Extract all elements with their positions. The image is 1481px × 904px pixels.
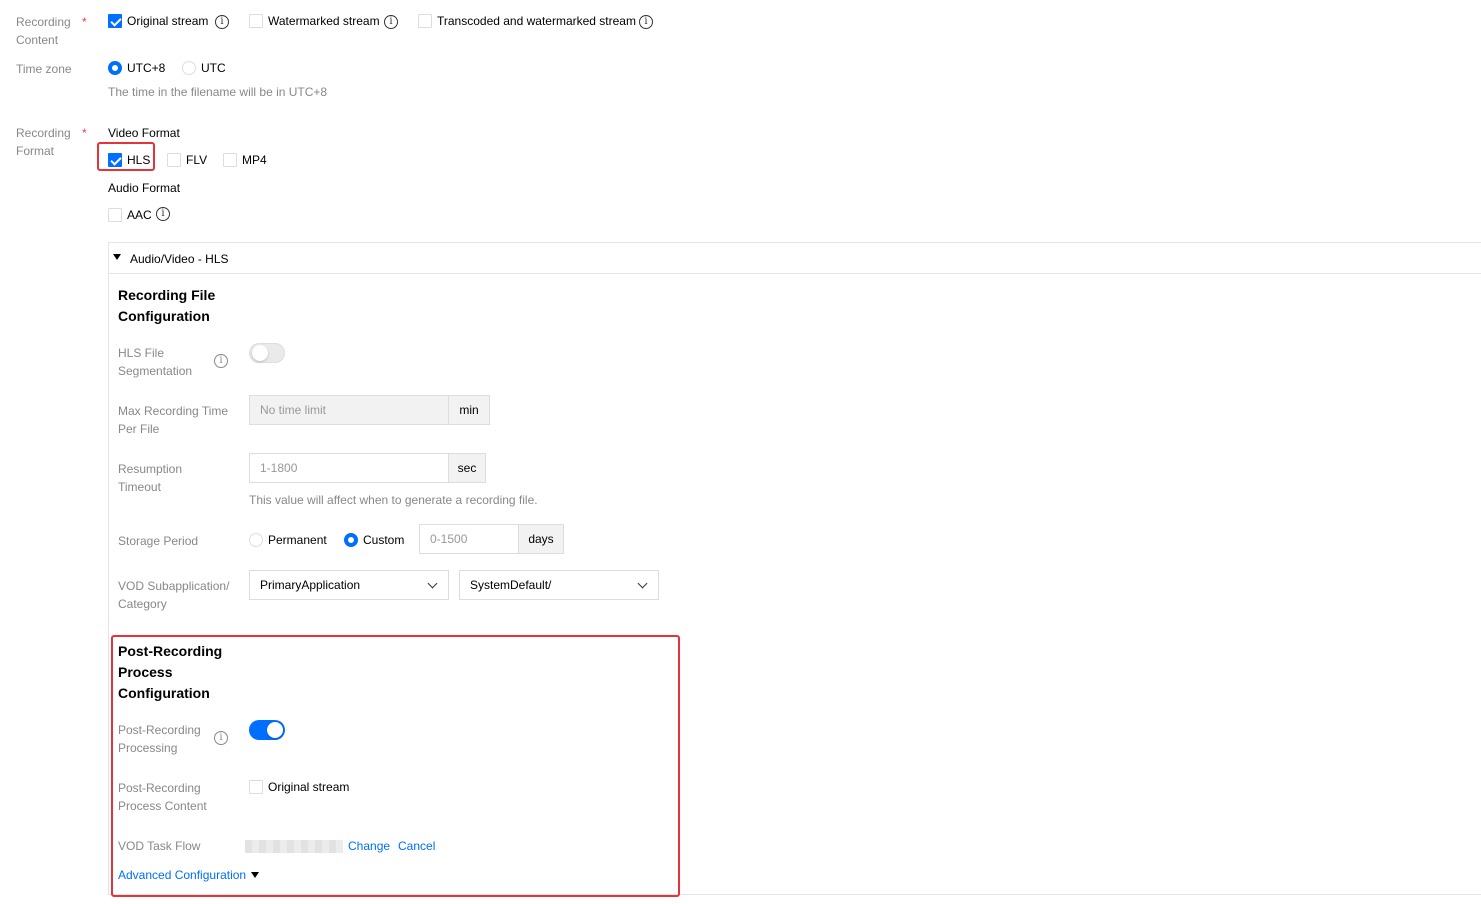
- info-icon[interactable]: i: [214, 731, 228, 745]
- post-recording-processing-toggle[interactable]: [249, 720, 285, 740]
- hls-segmentation-toggle[interactable]: [249, 343, 285, 363]
- change-link[interactable]: Change: [348, 839, 390, 853]
- flv-checkbox[interactable]: [167, 153, 181, 167]
- mp4-checkbox[interactable]: [223, 153, 237, 167]
- info-icon[interactable]: i: [215, 15, 229, 29]
- resumption-timeout-hint: This value will affect when to generate …: [249, 493, 538, 507]
- aac-checkbox[interactable]: [108, 208, 122, 222]
- permanent-radio[interactable]: [249, 533, 263, 547]
- post-original-stream-label: Original stream: [268, 780, 350, 794]
- transcoded-watermarked-checkbox[interactable]: [418, 14, 432, 28]
- aac-label: AAC: [127, 208, 152, 222]
- caret-down-icon[interactable]: [113, 254, 121, 260]
- advanced-configuration-link[interactable]: Advanced Configuration: [118, 868, 246, 882]
- panel-header-title: Audio/Video - HLS: [130, 252, 229, 266]
- chevron-down-icon: [637, 578, 648, 589]
- post-original-stream-checkbox[interactable]: [249, 780, 263, 794]
- panel-header[interactable]: [108, 242, 1481, 274]
- video-format-label: Video Format: [108, 126, 180, 140]
- recording-content-label: Recording Content: [16, 15, 71, 47]
- max-recording-time-input[interactable]: No time limit: [249, 395, 449, 425]
- hls-label: HLS: [127, 153, 151, 167]
- cancel-link[interactable]: Cancel: [398, 839, 435, 853]
- subapplication-select[interactable]: PrimaryApplication: [249, 570, 449, 600]
- utc8-radio[interactable]: [108, 61, 122, 75]
- post-recording-config-title: Post-Recording Process Configuration: [118, 643, 223, 701]
- custom-label: Custom: [363, 533, 405, 547]
- sec-unit: sec: [448, 453, 486, 483]
- hls-checkbox[interactable]: [108, 153, 122, 167]
- permanent-label: Permanent: [268, 533, 327, 547]
- vod-task-flow-label: VOD Task Flow: [118, 839, 201, 853]
- original-stream-checkbox[interactable]: [108, 14, 122, 28]
- subapplication-value: PrimaryApplication: [260, 578, 361, 592]
- info-icon[interactable]: i: [639, 15, 653, 29]
- mp4-label: MP4: [242, 153, 267, 167]
- storage-days-input[interactable]: 0-1500: [419, 524, 519, 554]
- recording-file-config-title: Recording File Configuration: [118, 287, 216, 324]
- vod-subapplication-label: VOD Subapplication/Category: [118, 579, 230, 611]
- required-mark: *: [82, 126, 87, 140]
- custom-radio[interactable]: [344, 533, 358, 547]
- resumption-timeout-input[interactable]: 1-1800: [249, 453, 449, 483]
- category-value: SystemDefault/: [470, 578, 552, 592]
- utc-label: UTC: [201, 61, 226, 75]
- storage-period-label: Storage Period: [118, 534, 199, 548]
- category-select[interactable]: SystemDefault/: [459, 570, 659, 600]
- original-stream-label: Original stream: [127, 14, 209, 28]
- flv-label: FLV: [186, 153, 208, 167]
- info-icon[interactable]: i: [384, 15, 398, 29]
- chevron-down-icon: [427, 578, 438, 589]
- days-unit: days: [518, 524, 564, 554]
- min-unit: min: [448, 395, 490, 425]
- watermarked-stream-label: Watermarked stream: [268, 14, 380, 28]
- recording-format-label: Recording Format: [16, 126, 71, 158]
- time-zone-label: Time zone: [16, 62, 72, 76]
- post-recording-processing-label: Post-Recording Processing: [118, 723, 201, 755]
- info-icon[interactable]: i: [156, 207, 170, 221]
- caret-down-icon[interactable]: [251, 872, 259, 878]
- task-flow-value-redacted: [245, 840, 343, 853]
- transcoded-watermarked-label: Transcoded and watermarked stream: [437, 14, 636, 28]
- audio-format-label: Audio Format: [108, 181, 181, 195]
- hls-segmentation-label: HLS File Segmentation: [118, 346, 193, 378]
- utc-radio[interactable]: [182, 61, 196, 75]
- info-icon[interactable]: i: [214, 354, 228, 368]
- post-recording-content-label: Post-Recording Process Content: [118, 781, 207, 813]
- max-recording-time-label: Max Recording Time Per File: [118, 404, 229, 436]
- watermarked-stream-checkbox[interactable]: [249, 14, 263, 28]
- required-mark: *: [82, 15, 87, 29]
- utc8-label: UTC+8: [127, 61, 166, 75]
- time-zone-hint: The time in the filename will be in UTC+…: [108, 85, 328, 99]
- resumption-timeout-label: Resumption Timeout: [118, 462, 183, 494]
